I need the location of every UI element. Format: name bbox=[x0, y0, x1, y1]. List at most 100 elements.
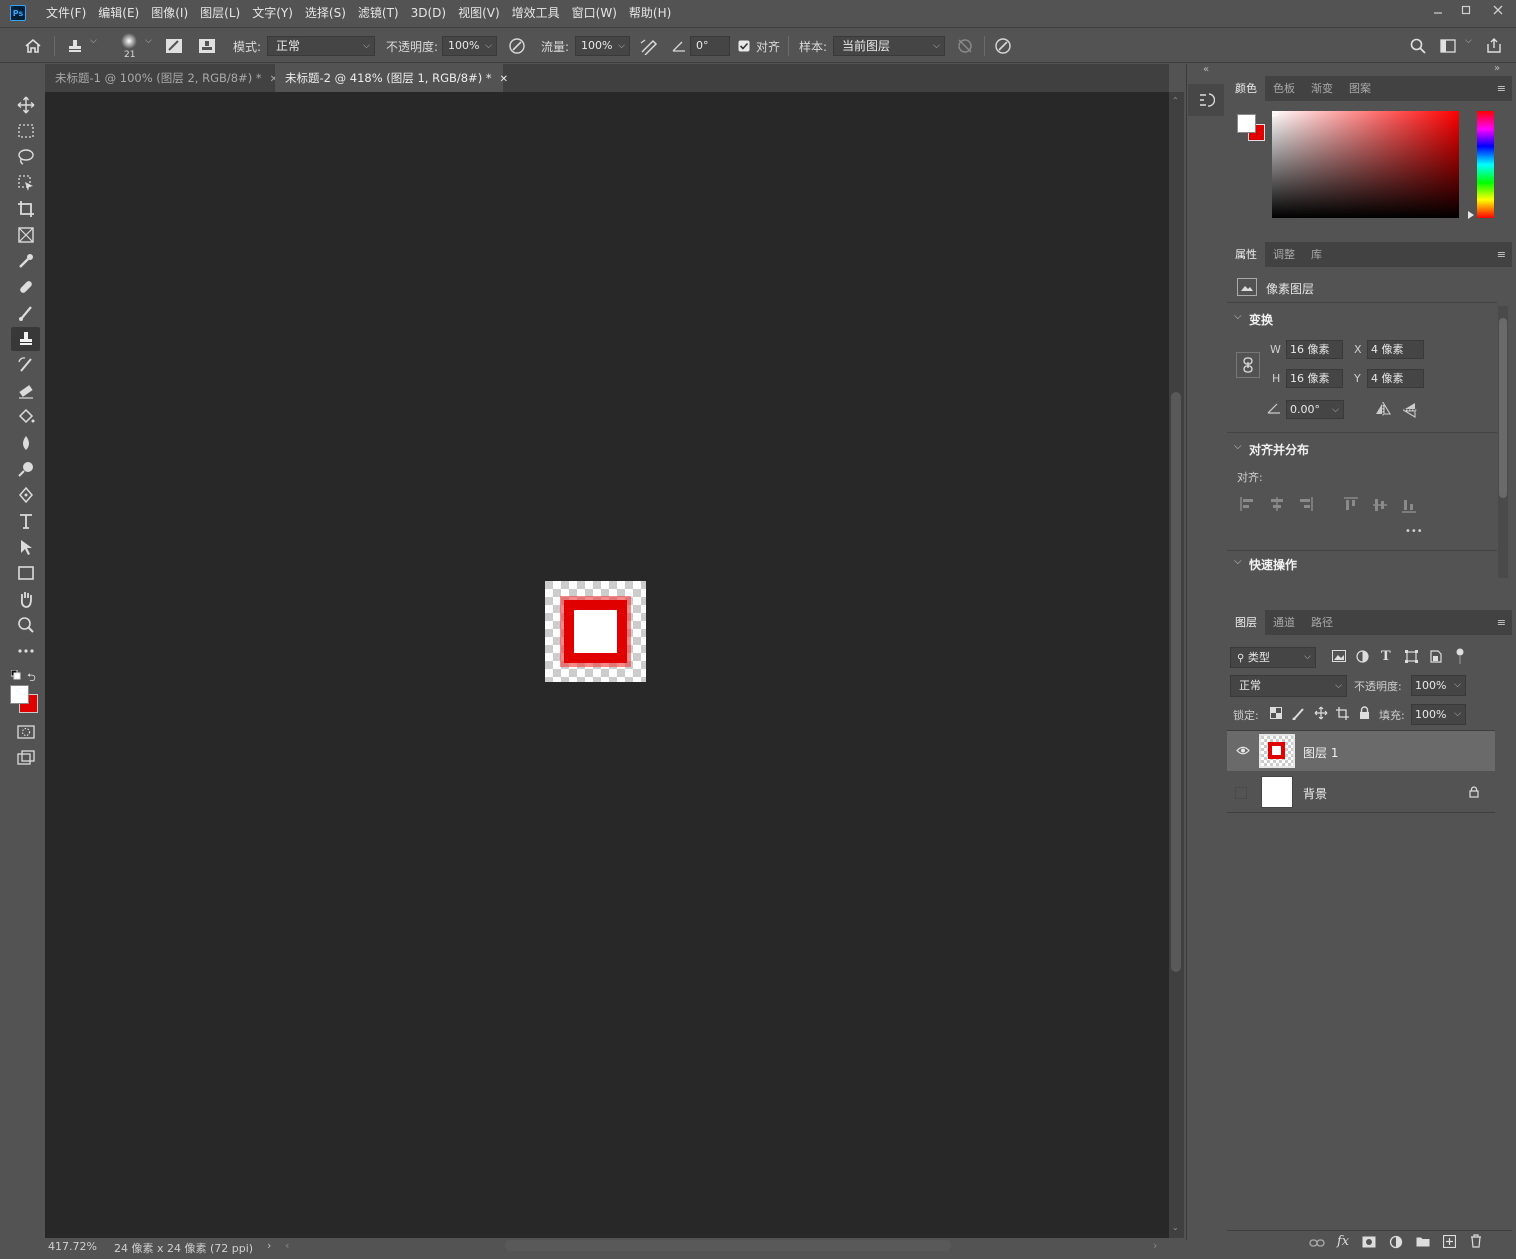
menu-select[interactable]: 选择(S) bbox=[299, 0, 352, 26]
properties-scroll-thumb[interactable] bbox=[1499, 318, 1507, 498]
delete-layer-icon[interactable] bbox=[1470, 1234, 1482, 1248]
minimize-button[interactable] bbox=[1424, 0, 1452, 20]
search-icon[interactable] bbox=[1407, 36, 1429, 56]
object-selection-tool-icon[interactable] bbox=[11, 171, 40, 195]
color-field[interactable] bbox=[1272, 111, 1459, 218]
hand-tool-icon[interactable] bbox=[11, 587, 40, 611]
menu-image[interactable]: 图像(I) bbox=[145, 0, 194, 26]
maximize-button[interactable] bbox=[1452, 0, 1480, 20]
filter-type-icon[interactable]: T bbox=[1381, 649, 1391, 664]
menu-view[interactable]: 视图(V) bbox=[452, 0, 506, 26]
home-icon[interactable] bbox=[22, 36, 44, 56]
tab-document-1[interactable]: 未标题-1 @ 100% (图层 2, RGB/8#) * ✕ bbox=[45, 64, 278, 92]
foreground-color-swatch[interactable] bbox=[10, 685, 29, 704]
scroll-left-icon[interactable]: ‹ bbox=[285, 1239, 289, 1252]
align-right-edges-icon[interactable] bbox=[1297, 497, 1313, 511]
chevron-down-icon[interactable]: ⌵ bbox=[1454, 676, 1461, 695]
chevron-down-icon[interactable]: ⌵ bbox=[618, 37, 625, 55]
transform-collapse-icon[interactable]: ⌵ bbox=[1234, 311, 1242, 322]
lock-transparent-icon[interactable] bbox=[1270, 707, 1282, 719]
scroll-down-icon[interactable]: ⌄ bbox=[1172, 1223, 1179, 1232]
layer-name[interactable]: 图层 1 bbox=[1303, 744, 1338, 761]
menu-help[interactable]: 帮助(H) bbox=[623, 0, 677, 26]
collapse-dock-icon[interactable]: « bbox=[1203, 64, 1209, 75]
brush-tool-icon[interactable] bbox=[11, 301, 40, 325]
rectangle-tool-icon[interactable] bbox=[11, 561, 40, 585]
panel-menu-icon[interactable]: ≡ bbox=[1497, 616, 1506, 629]
flip-vertical-icon[interactable] bbox=[1403, 401, 1417, 419]
hue-slider[interactable] bbox=[1477, 111, 1494, 218]
layer-filter-select[interactable]: ⚲ 类型 ⌵ bbox=[1230, 647, 1316, 668]
menu-layer[interactable]: 图层(L) bbox=[194, 0, 246, 26]
new-layer-icon[interactable] bbox=[1443, 1235, 1456, 1248]
tab-color[interactable]: 颜色 bbox=[1227, 76, 1265, 101]
close-tab-icon[interactable]: ✕ bbox=[500, 74, 508, 85]
align-top-edges-icon[interactable] bbox=[1344, 497, 1358, 513]
scroll-right-icon[interactable]: › bbox=[1153, 1239, 1157, 1252]
blend-mode-select[interactable]: 正常 ⌵ bbox=[1230, 675, 1347, 697]
align-collapse-icon[interactable]: ⌵ bbox=[1234, 441, 1242, 452]
lock-artboard-icon[interactable] bbox=[1336, 707, 1349, 720]
filter-shape-icon[interactable] bbox=[1405, 650, 1418, 663]
hue-slider-marker[interactable] bbox=[1468, 211, 1474, 219]
eyedropper-tool-icon[interactable] bbox=[11, 249, 40, 273]
panel-menu-icon[interactable]: ≡ bbox=[1497, 82, 1506, 95]
menu-file[interactable]: 文件(F) bbox=[40, 0, 92, 26]
history-panel-icon[interactable] bbox=[1188, 84, 1224, 116]
flip-horizontal-icon[interactable] bbox=[1374, 402, 1392, 416]
dodge-tool-icon[interactable] bbox=[11, 457, 40, 481]
align-checkbox[interactable] bbox=[736, 36, 752, 56]
visibility-toggle[interactable] bbox=[1235, 787, 1247, 799]
clone-stamp-preset-icon[interactable] bbox=[64, 36, 86, 56]
menu-edit[interactable]: 编辑(E) bbox=[92, 0, 145, 26]
link-dimensions-icon[interactable] bbox=[1236, 352, 1260, 378]
align-label[interactable]: 对齐 bbox=[756, 38, 780, 55]
paint-bucket-tool-icon[interactable] bbox=[11, 405, 40, 429]
align-distribute-heading[interactable]: 对齐并分布 bbox=[1249, 441, 1309, 458]
tab-adjustments[interactable]: 调整 bbox=[1265, 242, 1303, 267]
opacity-input[interactable]: 100% ⌵ bbox=[442, 36, 497, 56]
filter-smart-object-icon[interactable] bbox=[1430, 650, 1442, 663]
tab-layers[interactable]: 图层 bbox=[1227, 610, 1265, 635]
layer-row-background[interactable]: 背景 bbox=[1227, 772, 1495, 812]
align-vertical-centers-icon[interactable] bbox=[1373, 497, 1387, 513]
brush-angle-input[interactable]: 0° bbox=[690, 36, 730, 56]
document-canvas[interactable] bbox=[545, 581, 646, 682]
menu-plugins[interactable]: 增效工具 bbox=[506, 0, 566, 26]
color-panel-foreground-swatch[interactable] bbox=[1237, 114, 1256, 133]
align-bottom-edges-icon[interactable] bbox=[1402, 497, 1416, 513]
sample-select[interactable]: 当前图层 ⌵ bbox=[833, 36, 945, 56]
panel-menu-icon[interactable]: ≡ bbox=[1497, 248, 1506, 261]
brush-settings-icon[interactable] bbox=[163, 36, 185, 56]
mode-select[interactable]: 正常 ⌵ bbox=[267, 36, 375, 56]
zoom-level[interactable]: 417.72% bbox=[48, 1240, 97, 1253]
tab-document-2[interactable]: 未标题-2 @ 418% (图层 1, RGB/8#) * ✕ bbox=[275, 64, 508, 92]
marquee-tool-icon[interactable] bbox=[11, 119, 40, 143]
lock-all-icon[interactable] bbox=[1359, 706, 1370, 720]
pressure-size-icon[interactable] bbox=[992, 36, 1014, 56]
filter-adjustment-icon[interactable] bbox=[1356, 650, 1369, 663]
transform-heading[interactable]: 变换 bbox=[1249, 311, 1273, 328]
new-group-icon[interactable] bbox=[1416, 1236, 1430, 1247]
crop-tool-icon[interactable] bbox=[11, 197, 40, 221]
chevron-down-icon[interactable]: ⌵ bbox=[485, 37, 492, 55]
tab-paths[interactable]: 路径 bbox=[1303, 610, 1341, 635]
horizontal-scroll-thumb[interactable] bbox=[505, 1240, 951, 1251]
tab-properties[interactable]: 属性 bbox=[1227, 242, 1265, 267]
lasso-tool-icon[interactable] bbox=[11, 145, 40, 169]
zoom-tool-icon[interactable] bbox=[11, 613, 40, 637]
workspace-caret[interactable]: ⌵ bbox=[1465, 36, 1472, 46]
rotation-input[interactable]: 0.00° ⌵ bbox=[1286, 400, 1344, 419]
flow-input[interactable]: 100% ⌵ bbox=[575, 36, 630, 56]
path-selection-tool-icon[interactable] bbox=[11, 535, 40, 559]
align-horizontal-centers-icon[interactable] bbox=[1269, 497, 1285, 511]
fill-input[interactable]: 100% ⌵ bbox=[1411, 704, 1466, 725]
preset-caret[interactable]: ⌵ bbox=[90, 36, 97, 46]
airbrush-icon[interactable] bbox=[638, 36, 660, 56]
status-menu-icon[interactable]: › bbox=[267, 1239, 271, 1252]
menu-window[interactable]: 窗口(W) bbox=[566, 0, 623, 26]
lock-image-pixels-icon[interactable] bbox=[1292, 707, 1305, 720]
align-left-edges-icon[interactable] bbox=[1240, 497, 1256, 511]
brush-preview-icon[interactable] bbox=[118, 32, 140, 52]
x-input[interactable]: 4 像素 bbox=[1367, 340, 1424, 359]
